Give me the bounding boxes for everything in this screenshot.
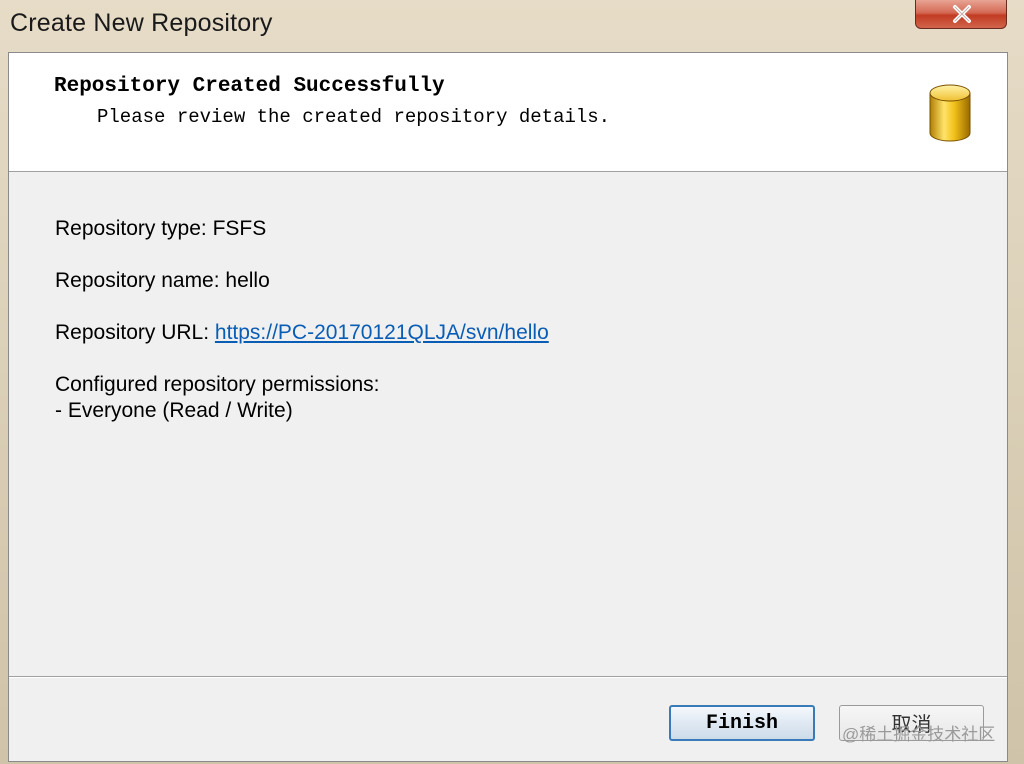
repository-type: Repository type: FSFS [55,217,267,240]
wizard-header: Repository Created Successfully Please r… [9,53,1007,172]
repository-url-label: Repository URL: [55,321,215,344]
close-button[interactable] [915,0,1007,29]
footer-divider [9,676,1007,678]
permissions-label: Configured repository permissions: [55,373,380,396]
permission-entry: - Everyone (Read / Write) [55,399,293,422]
repository-name: Repository name: hello [55,269,270,292]
repository-url-row: Repository URL: https://PC-20170121QLJA/… [55,321,549,345]
dialog-body: Repository Created Successfully Please r… [8,52,1008,762]
header-title: Repository Created Successfully [54,75,445,98]
window-title: Create New Repository [10,9,273,37]
finish-button[interactable]: Finish [669,705,815,741]
close-icon [953,5,971,23]
database-icon [929,84,971,142]
repository-url-link[interactable]: https://PC-20170121QLJA/svn/hello [215,321,549,344]
watermark-text: @稀土掘金技术社区 [842,725,996,744]
dialog-window: Create New Repository Repository Created… [0,0,1024,764]
header-subtitle: Please review the created repository det… [97,106,611,128]
